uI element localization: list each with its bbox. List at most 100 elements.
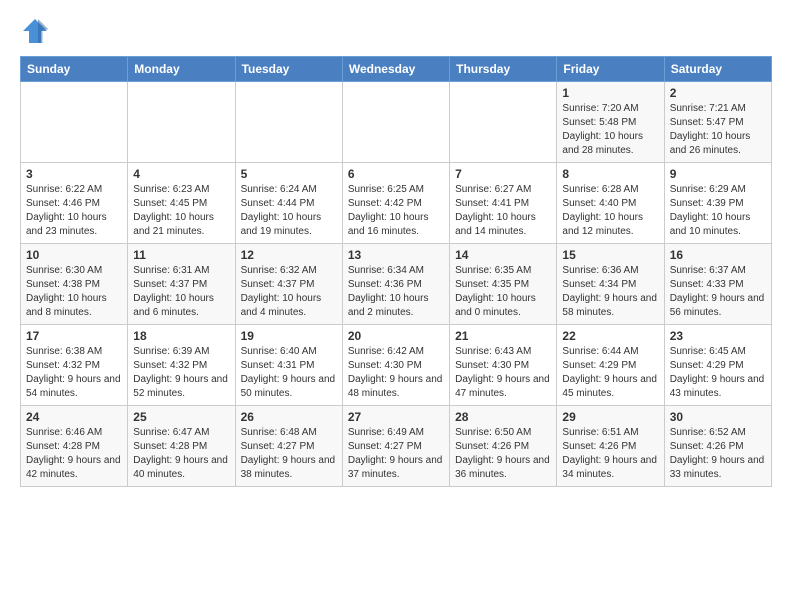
day-info: Sunrise: 6:27 AM Sunset: 4:41 PM Dayligh…	[455, 183, 551, 239]
day-number: 25	[133, 410, 229, 424]
day-cell: 7 Sunrise: 6:27 AM Sunset: 4:41 PM Daylig…	[450, 163, 557, 244]
day-info: Sunrise: 6:42 AM Sunset: 4:30 PM Dayligh…	[348, 345, 444, 401]
day-cell: 17 Sunrise: 6:38 AM Sunset: 4:32 PM Dayli…	[21, 325, 128, 406]
day-info: Sunrise: 6:24 AM Sunset: 4:44 PM Dayligh…	[241, 183, 337, 239]
day-number: 29	[562, 410, 658, 424]
day-info: Sunrise: 6:45 AM Sunset: 4:29 PM Dayligh…	[670, 345, 766, 401]
day-number: 4	[133, 167, 229, 181]
day-cell: 20 Sunrise: 6:42 AM Sunset: 4:30 PM Dayli…	[342, 325, 449, 406]
day-number: 22	[562, 329, 658, 343]
day-info: Sunrise: 6:22 AM Sunset: 4:46 PM Dayligh…	[26, 183, 122, 239]
day-cell: 13Sunrise: 6:34 AM Sunset: 4:36 PM Dayli…	[342, 244, 449, 325]
day-number: 12	[241, 248, 337, 262]
day-number: 14	[455, 248, 551, 262]
day-header-friday: Friday	[557, 57, 664, 82]
day-cell: 23 Sunrise: 6:45 AM Sunset: 4:29 PM Dayli…	[664, 325, 771, 406]
day-header-wednesday: Wednesday	[342, 57, 449, 82]
day-info: Sunrise: 6:28 AM Sunset: 4:40 PM Dayligh…	[562, 183, 658, 239]
day-cell: 18Sunrise: 6:39 AM Sunset: 4:32 PM Dayli…	[128, 325, 235, 406]
day-cell: 12 Sunrise: 6:32 AM Sunset: 4:37 PM Dayli…	[235, 244, 342, 325]
day-cell	[235, 82, 342, 163]
day-cell: 21 Sunrise: 6:43 AM Sunset: 4:30 PM Dayli…	[450, 325, 557, 406]
day-info: Sunrise: 6:30 AM Sunset: 4:38 PM Dayligh…	[26, 264, 122, 320]
week-row-5: 24Sunrise: 6:46 AM Sunset: 4:28 PM Dayli…	[21, 406, 772, 487]
day-number: 21	[455, 329, 551, 343]
day-info: Sunrise: 6:37 AM Sunset: 4:33 PM Dayligh…	[670, 264, 766, 320]
logo-icon	[20, 16, 50, 46]
day-info: Sunrise: 6:50 AM Sunset: 4:26 PM Dayligh…	[455, 426, 551, 482]
day-info: Sunrise: 6:49 AM Sunset: 4:27 PM Dayligh…	[348, 426, 444, 482]
day-header-monday: Monday	[128, 57, 235, 82]
day-cell: 30 Sunrise: 6:52 AM Sunset: 4:26 PM Dayli…	[664, 406, 771, 487]
day-header-saturday: Saturday	[664, 57, 771, 82]
day-number: 20	[348, 329, 444, 343]
day-cell: 10Sunrise: 6:30 AM Sunset: 4:38 PM Dayli…	[21, 244, 128, 325]
day-info: Sunrise: 6:47 AM Sunset: 4:28 PM Dayligh…	[133, 426, 229, 482]
day-number: 28	[455, 410, 551, 424]
day-number: 19	[241, 329, 337, 343]
day-info: Sunrise: 6:51 AM Sunset: 4:26 PM Dayligh…	[562, 426, 658, 482]
day-number: 1	[562, 86, 658, 100]
day-number: 23	[670, 329, 766, 343]
day-cell: 11Sunrise: 6:31 AM Sunset: 4:37 PM Dayli…	[128, 244, 235, 325]
day-number: 7	[455, 167, 551, 181]
day-cell	[128, 82, 235, 163]
day-cell: 28 Sunrise: 6:50 AM Sunset: 4:26 PM Dayli…	[450, 406, 557, 487]
day-info: Sunrise: 7:20 AM Sunset: 5:48 PM Dayligh…	[562, 102, 658, 158]
day-cell: 27 Sunrise: 6:49 AM Sunset: 4:27 PM Dayli…	[342, 406, 449, 487]
day-info: Sunrise: 6:44 AM Sunset: 4:29 PM Dayligh…	[562, 345, 658, 401]
day-cell: 6Sunrise: 6:25 AM Sunset: 4:42 PM Daylig…	[342, 163, 449, 244]
day-cell: 16 Sunrise: 6:37 AM Sunset: 4:33 PM Dayli…	[664, 244, 771, 325]
day-number: 17	[26, 329, 122, 343]
day-info: Sunrise: 6:35 AM Sunset: 4:35 PM Dayligh…	[455, 264, 551, 320]
day-info: Sunrise: 6:36 AM Sunset: 4:34 PM Dayligh…	[562, 264, 658, 320]
day-number: 8	[562, 167, 658, 181]
header	[20, 16, 772, 46]
day-number: 2	[670, 86, 766, 100]
week-row-4: 17 Sunrise: 6:38 AM Sunset: 4:32 PM Dayli…	[21, 325, 772, 406]
day-cell: 25 Sunrise: 6:47 AM Sunset: 4:28 PM Dayli…	[128, 406, 235, 487]
day-cell: 26 Sunrise: 6:48 AM Sunset: 4:27 PM Dayli…	[235, 406, 342, 487]
week-row-2: 3 Sunrise: 6:22 AM Sunset: 4:46 PM Daylig…	[21, 163, 772, 244]
day-number: 6	[348, 167, 444, 181]
day-cell: 24Sunrise: 6:46 AM Sunset: 4:28 PM Dayli…	[21, 406, 128, 487]
day-info: Sunrise: 6:32 AM Sunset: 4:37 PM Dayligh…	[241, 264, 337, 320]
day-cell: 3 Sunrise: 6:22 AM Sunset: 4:46 PM Daylig…	[21, 163, 128, 244]
day-cell: 22 Sunrise: 6:44 AM Sunset: 4:29 PM Dayli…	[557, 325, 664, 406]
day-number: 3	[26, 167, 122, 181]
day-number: 16	[670, 248, 766, 262]
day-number: 26	[241, 410, 337, 424]
day-cell	[21, 82, 128, 163]
calendar-table: SundayMondayTuesdayWednesdayThursdayFrid…	[20, 56, 772, 487]
day-info: Sunrise: 6:52 AM Sunset: 4:26 PM Dayligh…	[670, 426, 766, 482]
day-number: 9	[670, 167, 766, 181]
day-number: 30	[670, 410, 766, 424]
day-cell: 1 Sunrise: 7:20 AM Sunset: 5:48 PM Daylig…	[557, 82, 664, 163]
week-row-3: 10Sunrise: 6:30 AM Sunset: 4:38 PM Dayli…	[21, 244, 772, 325]
day-info: Sunrise: 6:43 AM Sunset: 4:30 PM Dayligh…	[455, 345, 551, 401]
day-info: Sunrise: 6:29 AM Sunset: 4:39 PM Dayligh…	[670, 183, 766, 239]
day-info: Sunrise: 6:48 AM Sunset: 4:27 PM Dayligh…	[241, 426, 337, 482]
day-info: Sunrise: 6:38 AM Sunset: 4:32 PM Dayligh…	[26, 345, 122, 401]
day-cell: 15Sunrise: 6:36 AM Sunset: 4:34 PM Dayli…	[557, 244, 664, 325]
day-header-sunday: Sunday	[21, 57, 128, 82]
day-number: 27	[348, 410, 444, 424]
day-cell: 9 Sunrise: 6:29 AM Sunset: 4:39 PM Daylig…	[664, 163, 771, 244]
day-info: Sunrise: 6:34 AM Sunset: 4:36 PM Dayligh…	[348, 264, 444, 320]
day-cell: 4Sunrise: 6:23 AM Sunset: 4:45 PM Daylig…	[128, 163, 235, 244]
logo	[20, 16, 54, 46]
day-cell	[450, 82, 557, 163]
day-header-thursday: Thursday	[450, 57, 557, 82]
day-cell: 2 Sunrise: 7:21 AM Sunset: 5:47 PM Daylig…	[664, 82, 771, 163]
day-header-tuesday: Tuesday	[235, 57, 342, 82]
day-cell: 14 Sunrise: 6:35 AM Sunset: 4:35 PM Dayli…	[450, 244, 557, 325]
day-cell: 8 Sunrise: 6:28 AM Sunset: 4:40 PM Daylig…	[557, 163, 664, 244]
day-number: 11	[133, 248, 229, 262]
day-cell	[342, 82, 449, 163]
day-cell: 5Sunrise: 6:24 AM Sunset: 4:44 PM Daylig…	[235, 163, 342, 244]
day-info: Sunrise: 7:21 AM Sunset: 5:47 PM Dayligh…	[670, 102, 766, 158]
day-info: Sunrise: 6:39 AM Sunset: 4:32 PM Dayligh…	[133, 345, 229, 401]
week-row-1: 1 Sunrise: 7:20 AM Sunset: 5:48 PM Daylig…	[21, 82, 772, 163]
day-cell: 19Sunrise: 6:40 AM Sunset: 4:31 PM Dayli…	[235, 325, 342, 406]
header-row: SundayMondayTuesdayWednesdayThursdayFrid…	[21, 57, 772, 82]
